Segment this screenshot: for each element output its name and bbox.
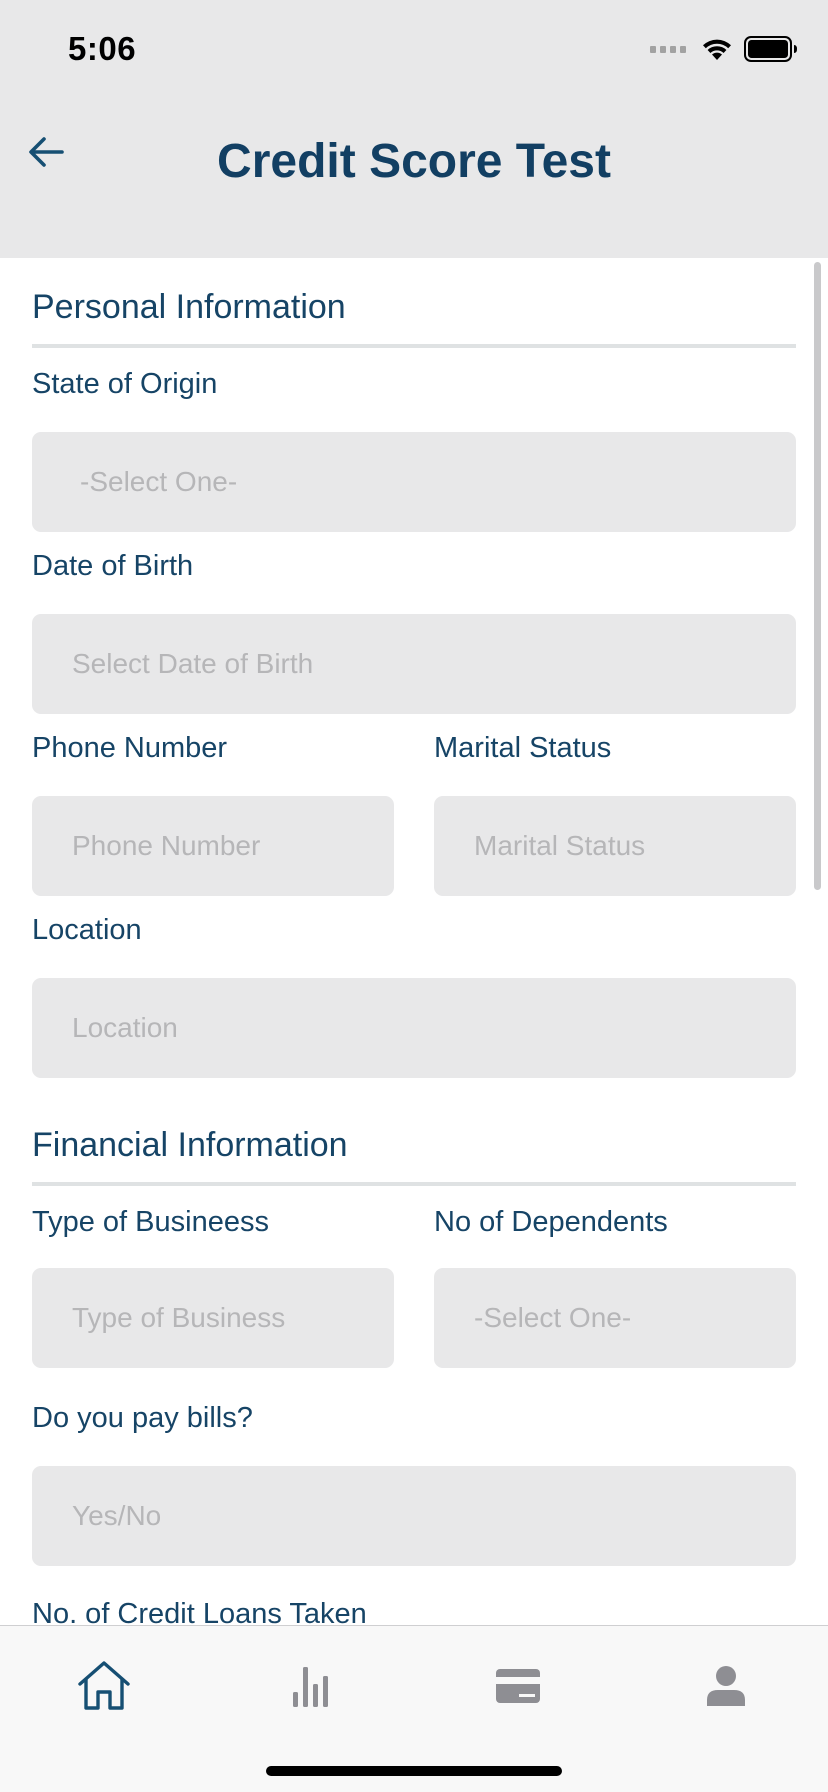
page-title: Credit Score Test — [217, 135, 611, 188]
no-of-dependents-select[interactable]: -Select One- — [434, 1268, 796, 1368]
tab-cards[interactable] — [488, 1656, 548, 1716]
tab-stats[interactable] — [280, 1656, 340, 1716]
section-title-personal: Personal Information — [32, 288, 346, 326]
person-icon — [707, 1666, 745, 1706]
type-of-business-label: Type of Busineess — [32, 1206, 269, 1238]
location-label: Location — [32, 914, 142, 946]
date-of-birth-label: Date of Birth — [32, 550, 194, 582]
marital-status-select[interactable]: Marital Status — [434, 796, 796, 896]
state-of-origin-label: State of Origin — [32, 368, 218, 400]
pay-bills-label: Do you pay bills? — [32, 1402, 253, 1434]
wifi-icon — [703, 39, 731, 60]
form-scroll-area[interactable]: Personal Information State of Origin -Se… — [32, 258, 796, 1625]
battery-icon — [744, 36, 797, 62]
no-of-dependents-label: No of Dependents — [434, 1206, 668, 1238]
location-input[interactable]: Location — [32, 978, 796, 1078]
section-divider — [32, 344, 796, 348]
phone-number-label: Phone Number — [32, 732, 228, 764]
state-of-origin-select[interactable]: -Select One- — [32, 432, 796, 532]
home-icon — [78, 1661, 130, 1710]
app-header: 5:06 Credit Score Test — [0, 0, 828, 258]
cellular-signal-icon — [650, 45, 686, 53]
type-of-business-input[interactable]: Type of Business — [32, 1268, 394, 1368]
phone-number-input[interactable]: Phone Number — [32, 796, 394, 896]
section-divider — [32, 1182, 796, 1186]
marital-status-label: Marital Status — [434, 732, 612, 764]
status-time: 5:06 — [68, 30, 137, 67]
tab-home[interactable] — [74, 1656, 134, 1716]
bar-chart-icon — [293, 1667, 328, 1707]
date-of-birth-field[interactable]: Select Date of Birth — [32, 614, 796, 714]
pay-bills-select[interactable]: Yes/No — [32, 1466, 796, 1566]
section-title-financial: Financial Information — [32, 1126, 348, 1164]
credit-loans-label: No. of Credit Loans Taken — [32, 1598, 367, 1625]
status-icons — [650, 34, 798, 64]
credit-card-icon — [496, 1669, 540, 1703]
scrollbar[interactable] — [814, 262, 821, 890]
tab-profile[interactable] — [696, 1656, 756, 1716]
home-indicator — [266, 1766, 562, 1776]
